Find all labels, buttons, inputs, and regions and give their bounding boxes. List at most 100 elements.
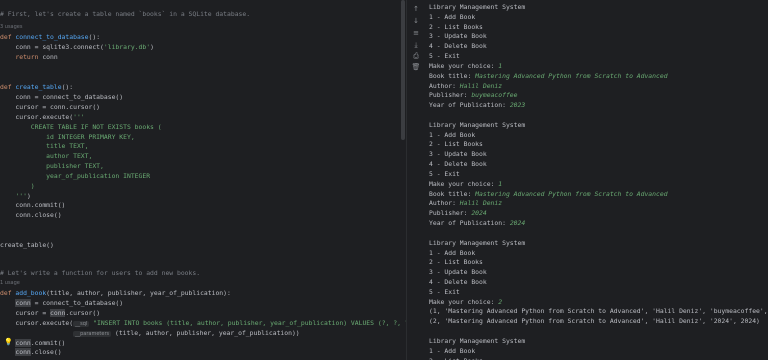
editor-scrollbar[interactable]	[401, 0, 405, 140]
string-literal: CREATE TABLE IF NOT EXISTS books (	[0, 123, 162, 131]
code-line: year_of_publication INTEGER	[0, 171, 150, 181]
console-output: 1 - Add Book	[429, 346, 476, 355]
console-output: 1 - Add Book	[429, 130, 476, 139]
code-line: def connect_to_database():	[0, 32, 100, 42]
console-line: Publisher: 2024	[429, 208, 487, 218]
console-output: 5 - Exit	[429, 52, 460, 61]
console-output: Make your choice:	[429, 179, 499, 188]
code-token: conn.commit()	[0, 201, 66, 209]
console-line: Library Management System	[429, 238, 525, 248]
console-line: 3 - Update Book	[429, 31, 487, 41]
code-editor[interactable]: # First, let's create a table named `boo…	[0, 0, 406, 360]
code-line: conn = sqlite3.connect('library.db')	[0, 42, 154, 52]
console-output: 2 - List Books	[429, 357, 483, 360]
console-line: Library Management System	[429, 336, 525, 346]
string-literal: title TEXT,	[0, 142, 89, 150]
code-line: conn.close()	[0, 347, 62, 357]
code-line: publisher TEXT,	[0, 161, 104, 171]
console-output: 1 - Add Book	[429, 12, 476, 21]
code-line: cursor = conn.cursor()	[0, 102, 100, 112]
code-token: .close()	[30, 348, 62, 356]
console-toolbar: ↑ ↓ ≡ ⤓ ⎙ 🗑	[406, 0, 426, 360]
code-line: # Let's write a function for users to ad…	[0, 268, 200, 278]
code-line: CREATE TABLE IF NOT EXISTS books (	[0, 122, 162, 132]
print-icon[interactable]: ⎙	[411, 52, 421, 60]
console-output: 3 - Update Book	[429, 150, 487, 159]
console-line: Author: Halil Deniz	[429, 198, 502, 208]
code-line: cursor.execute('''	[0, 112, 85, 122]
console-line: Make your choice: 2	[429, 297, 502, 307]
console-output: 3 - Update Book	[429, 32, 487, 41]
console-output: 1 - Add Book	[429, 248, 476, 257]
console-line: 5 - Exit	[429, 287, 460, 297]
usages-label: 1 usage	[0, 280, 20, 286]
code-token: )	[150, 43, 154, 51]
lightbulb-icon[interactable]: 💡	[4, 338, 13, 346]
console-output: 2 - List Books	[429, 258, 483, 267]
console-line: 3 - Update Book	[429, 149, 487, 159]
string-literal: author TEXT,	[0, 152, 93, 160]
parameter-hint: __sql	[73, 321, 90, 327]
code-comment: # First, let's create a table named `boo…	[0, 10, 251, 18]
highlighted-identifier: conn	[15, 339, 31, 347]
trash-icon[interactable]: 🗑	[411, 63, 421, 71]
highlighted-identifier: conn	[15, 348, 31, 356]
code-token: .cursor()	[65, 309, 101, 317]
code-token: ():	[88, 33, 101, 41]
function-name: connect_to_database	[15, 33, 89, 41]
code-line: return conn	[0, 52, 58, 62]
console-line: Make your choice: 1	[429, 179, 502, 189]
console-output: Author:	[429, 81, 460, 90]
keyword-def: def	[0, 83, 16, 91]
code-token: .commit()	[30, 339, 66, 347]
code-token: (title, author, publisher, year_of_publi…	[111, 329, 300, 337]
code-token: conn = connect_to_database()	[0, 93, 124, 101]
string-literal: )	[0, 182, 35, 190]
highlighted-identifier: conn	[15, 299, 31, 307]
console-line: 1 - Add Book	[429, 12, 475, 22]
parameter-hint: __parameters	[73, 331, 112, 337]
console-output: 5 - Exit	[429, 287, 460, 296]
string-literal: '''	[73, 113, 85, 121]
console-output: Publisher:	[429, 91, 472, 100]
console-output: Library Management System	[429, 336, 526, 345]
soft-wrap-icon[interactable]: ≡	[411, 29, 421, 37]
console-user-input: buymeacoffee	[471, 91, 518, 100]
code-token: conn.close()	[0, 211, 62, 219]
code-line: def add_book(title, author, publisher, y…	[0, 288, 231, 298]
code-line: def create_table():	[0, 82, 73, 92]
code-token: )	[26, 192, 31, 200]
code-line: conn = connect_to_database()	[0, 298, 123, 308]
console-line: 2 - List Books	[429, 356, 483, 360]
console-output: Year of Publication:	[429, 101, 510, 110]
console-output: 4 - Delete Book	[429, 277, 487, 286]
console-line: 1 - Add Book	[429, 346, 475, 356]
keyword-def: def	[0, 33, 16, 41]
console-output: Make your choice:	[429, 297, 499, 306]
console-user-input: Mastering Advanced Python from Scratch t…	[475, 189, 668, 198]
console-output: Author:	[429, 199, 460, 208]
run-console[interactable]: Library Management System 1 - Add Book 2 -…	[425, 0, 768, 360]
code-line: )	[0, 181, 35, 191]
function-name: create_table	[15, 83, 62, 91]
console-output: (2, 'Mastering Advanced Python from Scra…	[429, 317, 760, 326]
code-comment: # Let's write a function for users to ad…	[0, 269, 201, 277]
code-line: conn.commit()	[0, 200, 65, 210]
usages-label: 3 usages	[0, 24, 23, 30]
code-token: (title, author, publisher, year_of_publi…	[46, 289, 231, 297]
arrow-up-icon[interactable]: ↑	[411, 5, 421, 13]
console-output: 5 - Exit	[429, 169, 460, 178]
console-user-input: 2023	[509, 101, 526, 110]
string-literal: "INSERT INTO books (title, author, publi…	[93, 319, 406, 327]
arrow-down-icon[interactable]: ↓	[411, 17, 421, 25]
code-line: author TEXT,	[0, 151, 92, 161]
console-line: 4 - Delete Book	[429, 277, 487, 287]
code-token: cursor.execute(	[0, 319, 74, 327]
code-line: conn = connect_to_database()	[0, 92, 123, 102]
keyword-return: return	[0, 53, 43, 61]
code-token: cursor = conn.cursor()	[0, 103, 101, 111]
code-token: conn	[42, 53, 58, 61]
scroll-to-end-icon[interactable]: ⤓	[411, 41, 421, 49]
string-literal: '''	[0, 192, 27, 200]
console-output: 4 - Delete Book	[429, 42, 487, 51]
